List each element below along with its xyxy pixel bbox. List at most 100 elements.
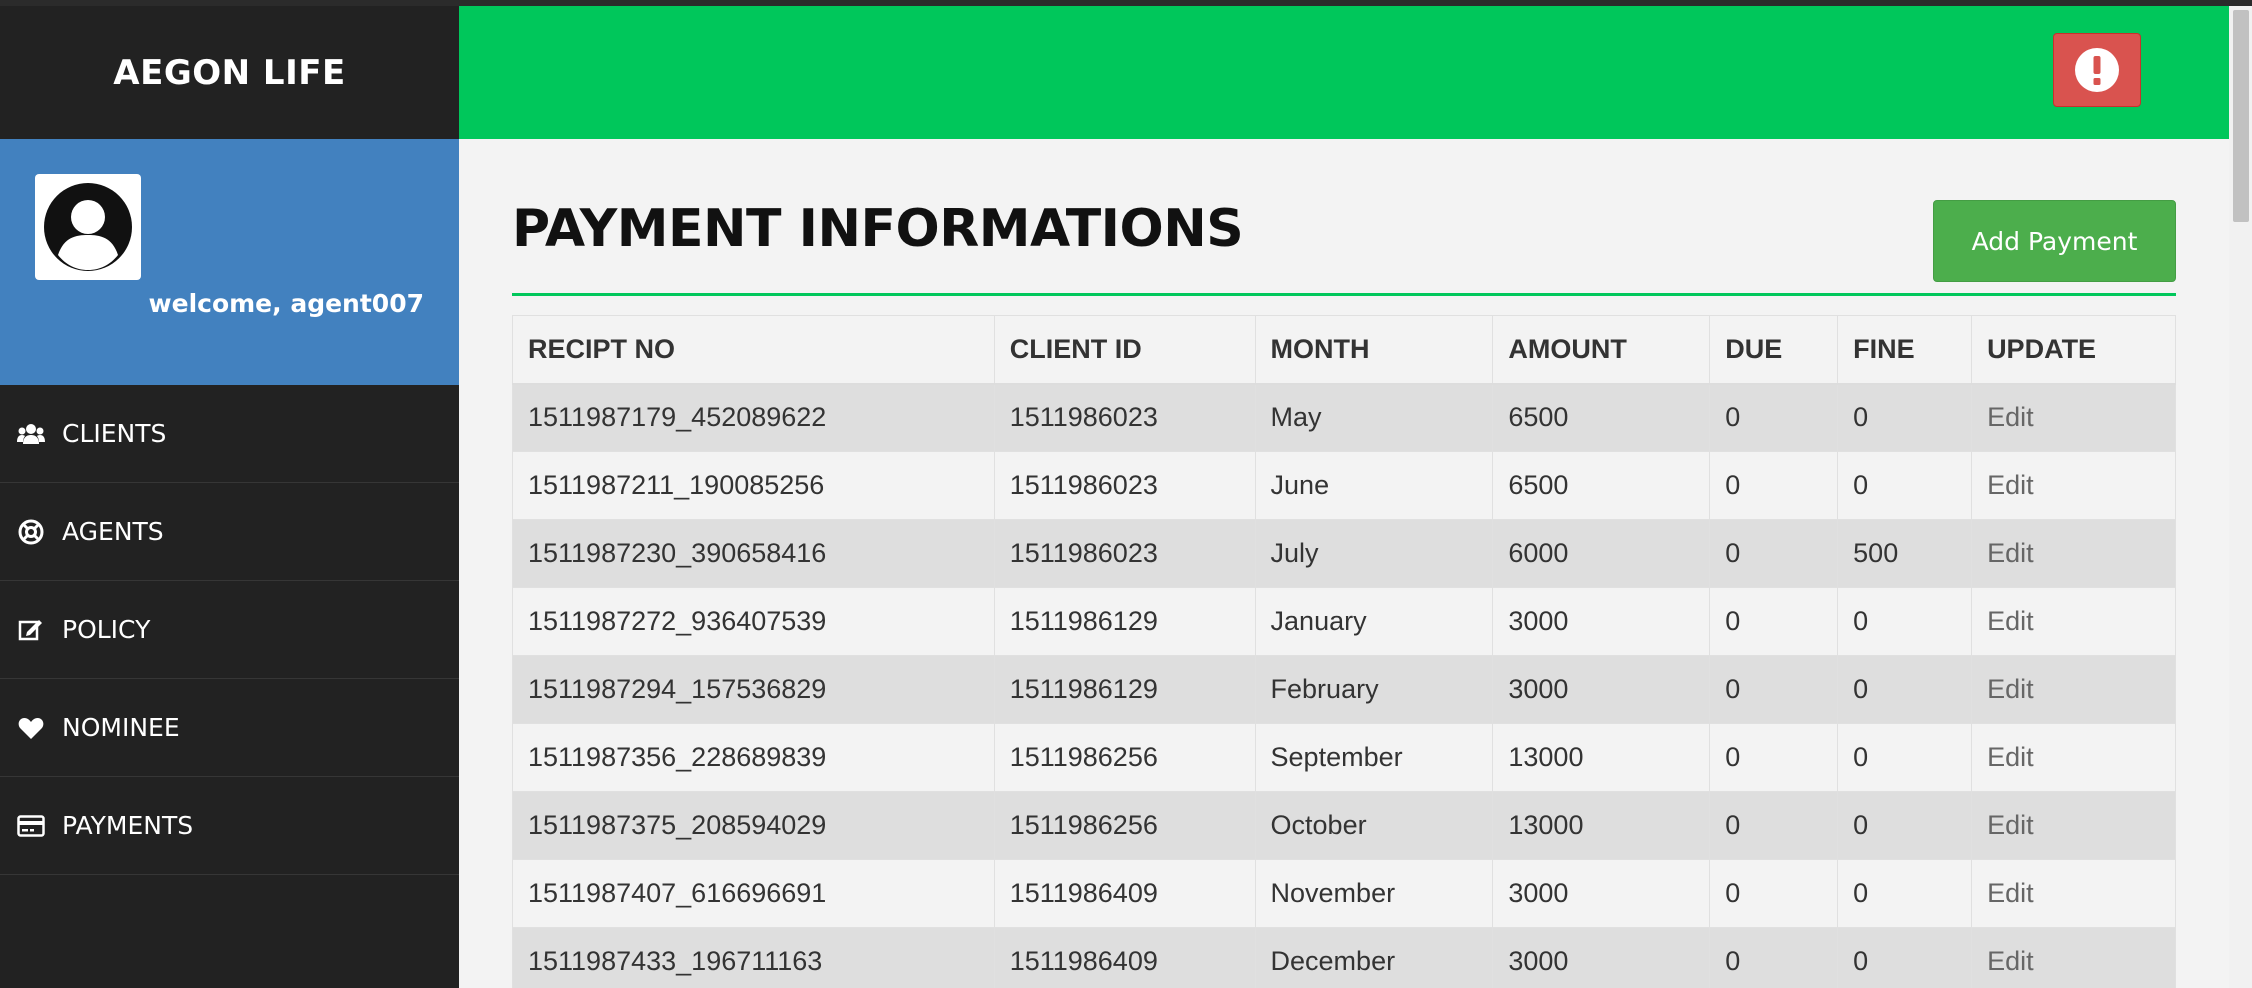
cell-amount: 3000 — [1492, 587, 1711, 656]
cell-due: 0 — [1709, 587, 1839, 656]
cell-amount: 13000 — [1492, 723, 1711, 792]
cell-due: 0 — [1709, 451, 1839, 520]
top-header-bar — [459, 6, 2229, 139]
sidebar-item-label: POLICY — [62, 615, 151, 644]
cell-client-id: 1511986409 — [993, 927, 1256, 988]
cell-recipt-no: 1511987356_228689839 — [512, 723, 995, 792]
cell-client-id: 1511986409 — [993, 859, 1256, 928]
cell-update: Edit — [1971, 451, 2176, 520]
table-row: 1511987375_208594029 1511986256 October … — [512, 791, 2176, 860]
cell-recipt-no: 1511987230_390658416 — [512, 519, 995, 588]
add-payment-button[interactable]: Add Payment — [1933, 200, 2176, 282]
cell-update: Edit — [1971, 383, 2176, 452]
sidebar-item-nominee[interactable]: NOMINEE — [0, 679, 459, 777]
cell-recipt-no: 1511987433_196711163 — [512, 927, 995, 988]
exclamation-circle-icon — [2075, 48, 2119, 92]
cell-due: 0 — [1709, 519, 1839, 588]
edit-link[interactable]: Edit — [1987, 538, 2034, 568]
sidebar-item-payments[interactable]: PAYMENTS — [0, 777, 459, 875]
sidebar-item-policy[interactable]: POLICY — [0, 581, 459, 679]
table-header-row: RECIPT NO CLIENT ID MONTH AMOUNT DUE FIN… — [512, 315, 2176, 385]
edit-link[interactable]: Edit — [1987, 810, 2034, 840]
cell-client-id: 1511986256 — [993, 723, 1256, 792]
edit-link[interactable]: Edit — [1987, 470, 2034, 500]
cell-amount: 6500 — [1492, 451, 1711, 520]
cell-due: 0 — [1709, 927, 1839, 988]
cell-month: July — [1254, 519, 1494, 588]
cell-amount: 6000 — [1492, 519, 1711, 588]
edit-link[interactable]: Edit — [1987, 878, 2034, 908]
edit-link[interactable]: Edit — [1987, 946, 2034, 976]
cell-month: February — [1254, 655, 1494, 724]
cell-update: Edit — [1971, 587, 2176, 656]
cell-fine: 0 — [1837, 927, 1973, 988]
cell-client-id: 1511986023 — [993, 519, 1256, 588]
payments-table: RECIPT NO CLIENT ID MONTH AMOUNT DUE FIN… — [512, 315, 2176, 988]
cell-update: Edit — [1971, 519, 2176, 588]
scrollbar-thumb[interactable] — [2233, 10, 2249, 222]
cell-due: 0 — [1709, 859, 1839, 928]
alert-button[interactable] — [2053, 33, 2141, 107]
cell-update: Edit — [1971, 927, 2176, 988]
table-row: 1511987407_616696691 1511986409 November… — [512, 859, 2176, 928]
sidebar-item-agents[interactable]: AGENTS — [0, 483, 459, 581]
table-row: 1511987230_390658416 1511986023 July 600… — [512, 519, 2176, 588]
user-avatar-icon — [44, 183, 132, 271]
cell-update: Edit — [1971, 655, 2176, 724]
cell-amount: 13000 — [1492, 791, 1711, 860]
cell-fine: 0 — [1837, 655, 1973, 724]
main-content: PAYMENT INFORMATIONS Add Payment RECIPT … — [459, 139, 2229, 988]
cell-update: Edit — [1971, 723, 2176, 792]
heart-icon — [16, 713, 46, 743]
edit-link[interactable]: Edit — [1987, 402, 2034, 432]
edit-link[interactable]: Edit — [1987, 674, 2034, 704]
cell-update: Edit — [1971, 791, 2176, 860]
column-header-client-id: CLIENT ID — [993, 315, 1256, 385]
brand-title: AEGON LIFE — [113, 52, 346, 93]
sidebar: AEGON LIFE welcome, agent007 CLIENTS AGE… — [0, 6, 459, 988]
cell-recipt-no: 1511987294_157536829 — [512, 655, 995, 724]
column-header-amount: AMOUNT — [1492, 315, 1711, 385]
credit-card-icon — [16, 811, 46, 841]
column-header-recipt-no: RECIPT NO — [512, 315, 995, 385]
cell-amount: 6500 — [1492, 383, 1711, 452]
sidebar-item-label: NOMINEE — [62, 713, 180, 742]
column-header-month: MONTH — [1254, 315, 1494, 385]
column-header-due: DUE — [1709, 315, 1839, 385]
cell-fine: 0 — [1837, 859, 1973, 928]
table-row: 1511987433_196711163 1511986409 December… — [512, 927, 2176, 988]
cell-recipt-no: 1511987375_208594029 — [512, 791, 995, 860]
cell-month: December — [1254, 927, 1494, 988]
cell-fine: 500 — [1837, 519, 1973, 588]
cell-fine: 0 — [1837, 383, 1973, 452]
title-divider — [512, 293, 2176, 296]
cell-fine: 0 — [1837, 451, 1973, 520]
cell-fine: 0 — [1837, 587, 1973, 656]
cell-recipt-no: 1511987272_936407539 — [512, 587, 995, 656]
users-icon — [16, 419, 46, 449]
edit-icon — [16, 615, 46, 645]
cell-due: 0 — [1709, 655, 1839, 724]
cell-amount: 3000 — [1492, 927, 1711, 988]
edit-link[interactable]: Edit — [1987, 742, 2034, 772]
sidebar-item-label: CLIENTS — [62, 419, 167, 448]
avatar — [35, 174, 141, 280]
sidebar-item-clients[interactable]: CLIENTS — [0, 385, 459, 483]
cell-month: May — [1254, 383, 1494, 452]
cell-client-id: 1511986023 — [993, 451, 1256, 520]
column-header-update: UPDATE — [1971, 315, 2176, 385]
sidebar-nav: CLIENTS AGENTS POLICY NOMINEE PAYMENTS — [0, 385, 459, 875]
table-row: 1511987294_157536829 1511986129 February… — [512, 655, 2176, 724]
profile-panel: welcome, agent007 — [0, 139, 459, 385]
table-row: 1511987211_190085256 1511986023 June 650… — [512, 451, 2176, 520]
cell-month: November — [1254, 859, 1494, 928]
cell-due: 0 — [1709, 791, 1839, 860]
cell-client-id: 1511986129 — [993, 587, 1256, 656]
cell-month: June — [1254, 451, 1494, 520]
table-row: 1511987179_452089622 1511986023 May 6500… — [512, 383, 2176, 452]
table-row: 1511987356_228689839 1511986256 Septembe… — [512, 723, 2176, 792]
cell-recipt-no: 1511987407_616696691 — [512, 859, 995, 928]
edit-link[interactable]: Edit — [1987, 606, 2034, 636]
page-title: PAYMENT INFORMATIONS — [512, 199, 1244, 259]
sidebar-item-label: AGENTS — [62, 517, 164, 546]
